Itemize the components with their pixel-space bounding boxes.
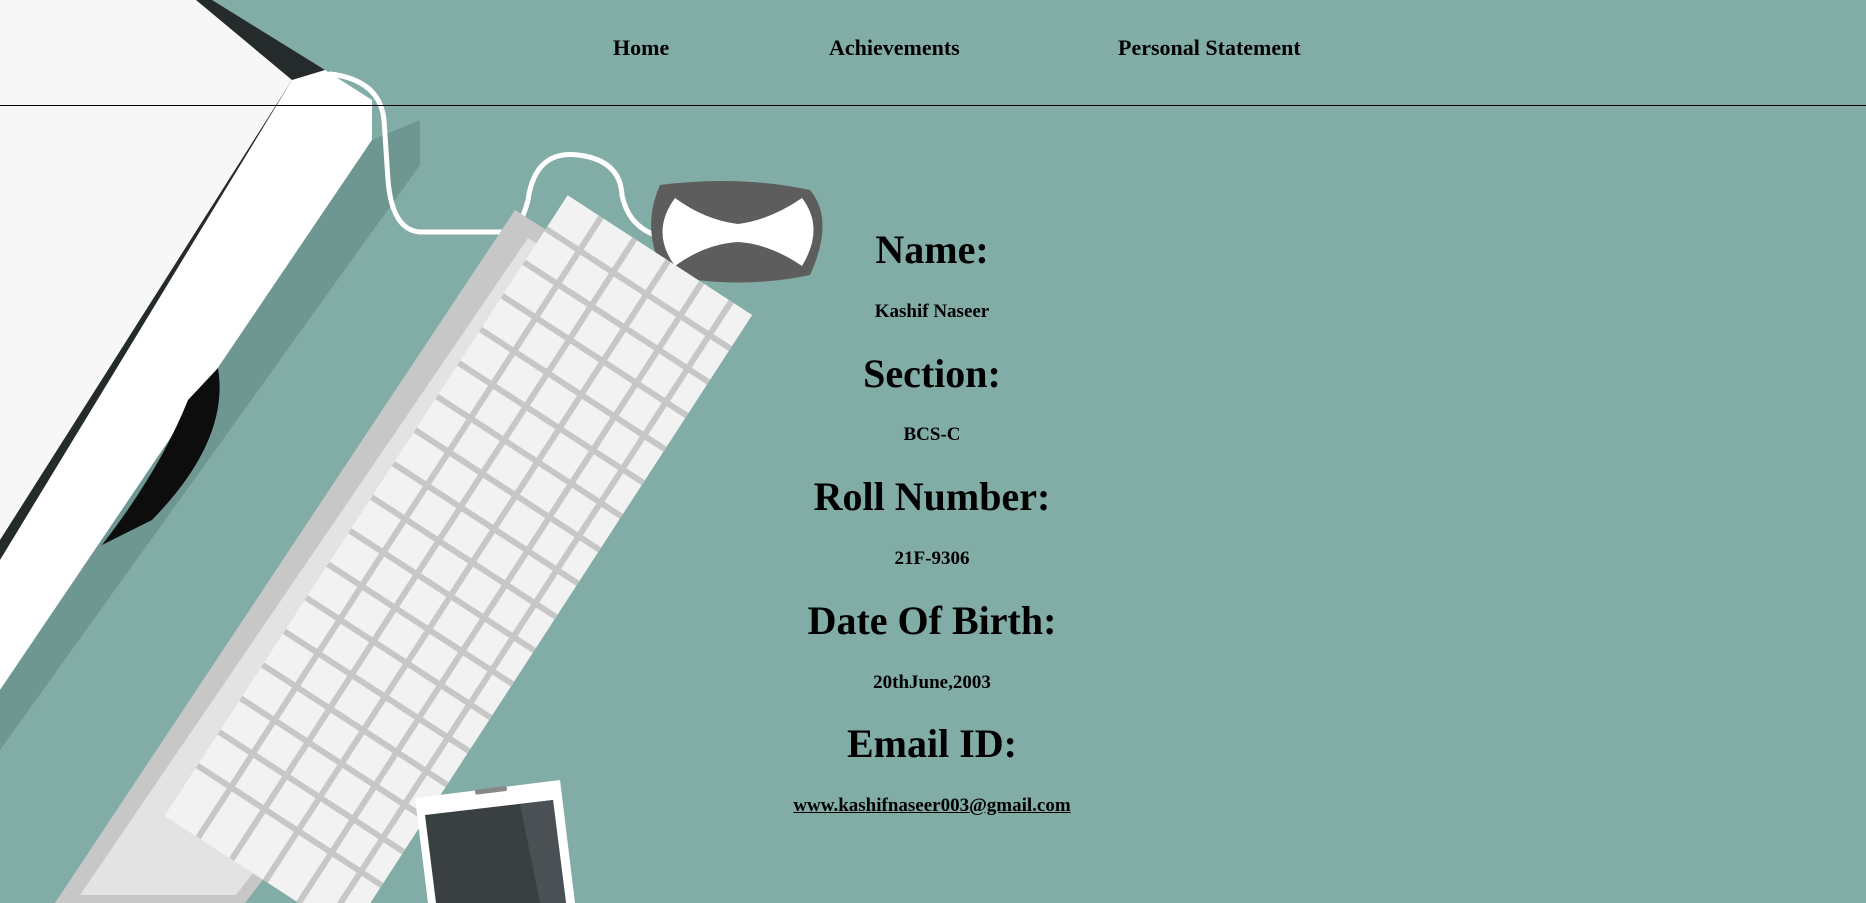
nav-personal-statement-link[interactable]: Personal Statement [1118, 35, 1301, 61]
name-heading: Name: [875, 227, 989, 272]
nav-home-link[interactable]: Home [613, 35, 669, 61]
section-heading: Section: [863, 351, 1001, 396]
desk-illustration [0, 0, 823, 903]
email-link[interactable]: www.kashifnaseer003@gmail.com [793, 795, 1070, 816]
roll-number-value: 21F-9306 [894, 548, 970, 569]
date-of-birth-heading: Date Of Birth: [807, 598, 1057, 643]
top-navbar: Home Achievements Personal Statement [0, 0, 1866, 106]
date-of-birth-value: 20thJune,2003 [873, 672, 991, 693]
nav-achievements-link[interactable]: Achievements [829, 35, 960, 61]
roll-number-heading: Roll Number: [813, 474, 1051, 519]
section-value: BCS-C [903, 424, 961, 445]
name-value: Kashif Naseer [874, 301, 990, 322]
phone-icon [415, 780, 575, 903]
email-heading: Email ID: [847, 721, 1017, 766]
email-value-container: www.kashifnaseer003@gmail.com [732, 796, 1132, 815]
